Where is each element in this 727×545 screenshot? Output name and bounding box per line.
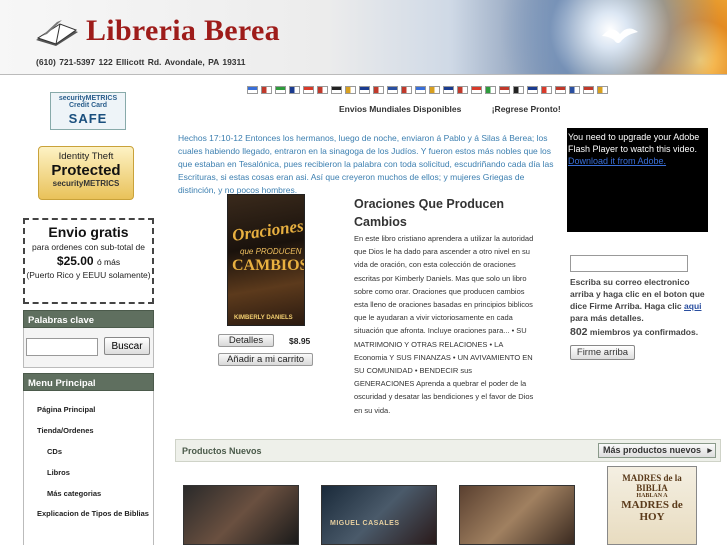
flash-video-placeholder: You need to upgrade your Adobe Flash Pla… — [567, 128, 708, 232]
sign-up-button[interactable]: Firme arriba — [570, 345, 635, 360]
menu-item-cds[interactable]: CDs — [24, 441, 153, 462]
menu-item-store[interactable]: Tienda/Ordenes — [24, 420, 153, 441]
keyword-heading: Palabras clave — [23, 310, 154, 328]
cover-title: Oraciones — [230, 216, 305, 245]
logo-text[interactable]: Libreria Berea — [86, 14, 280, 48]
language-flag-icon[interactable] — [555, 86, 566, 94]
badge-protected: Protected — [51, 162, 121, 179]
cover-author: KIMBERLY DANIELS — [234, 315, 293, 321]
new-products-bar: Productos Nuevos Más productos nuevos — [175, 439, 721, 462]
language-flag-icon[interactable] — [261, 86, 272, 94]
book-logo-icon[interactable] — [34, 14, 80, 48]
language-flag-icon[interactable] — [275, 86, 286, 94]
badge-safe: SAFE — [68, 111, 108, 126]
menu-item-home[interactable]: Página Principal — [24, 399, 153, 420]
site-header: Libreria Berea (610) 721-5397 122 Ellico… — [0, 0, 727, 75]
cover-subtitle: que PRODUCEN — [240, 247, 302, 256]
identity-theft-badge[interactable]: Identity Theft Protected securityMETRICS — [38, 146, 134, 200]
new-product-thumb-1[interactable] — [183, 485, 299, 545]
thumb-author: MIGUEL CASALES — [330, 520, 400, 527]
language-flag-icon[interactable] — [429, 86, 440, 94]
new-product-thumb-3[interactable] — [459, 485, 575, 545]
badge-brand: securityMETRICS — [52, 179, 120, 188]
flash-message: You need to upgrade your Adobe Flash Pla… — [568, 132, 700, 154]
contact-info: (610) 721-5397 122 Ellicott Rd. Avondale… — [36, 57, 246, 67]
language-flag-icon[interactable] — [499, 86, 510, 94]
worldwide-shipping-link[interactable]: Envios Mundiales Disponibles — [339, 104, 461, 114]
menu-heading: Menu Principal — [23, 373, 154, 391]
language-flag-icon[interactable] — [415, 86, 426, 94]
shipping-amount-line: $25.00 ó más — [25, 254, 152, 268]
product-description: En este libro cristiano aprendera a util… — [354, 234, 534, 415]
top-links: Envios Mundiales Disponibles ¡Regrese Pr… — [339, 104, 561, 114]
language-flag-icon[interactable] — [331, 86, 342, 94]
language-flag-icon[interactable] — [373, 86, 384, 94]
bible-verse: Hechos 17:10-12 Entonces los hermanos, l… — [178, 133, 554, 195]
product-price: $8.95 — [289, 336, 311, 346]
language-flag-icon[interactable] — [583, 86, 594, 94]
search-input[interactable] — [26, 338, 98, 356]
language-flag-icon[interactable] — [303, 86, 314, 94]
language-flag-icon[interactable] — [345, 86, 356, 94]
menu-items: Página Principal Tienda/Ordenes CDs Libr… — [23, 391, 154, 545]
language-flag-icon[interactable] — [569, 86, 580, 94]
return-soon-link[interactable]: ¡Regrese Pronto! — [492, 104, 561, 114]
language-flag-icon[interactable] — [387, 86, 398, 94]
menu-item-more-categories[interactable]: Más categorias — [24, 483, 153, 504]
shipping-note: (Puerto Rico y EEUU solamente) — [26, 270, 151, 280]
free-shipping-box: Envio gratis para ordenes con sub-total … — [23, 218, 154, 304]
product-cover-image[interactable]: Oraciones que PRODUCEN CAMBIOS KIMBERLY … — [227, 194, 305, 326]
language-flag-icon[interactable] — [401, 86, 412, 94]
member-count-number: 802 — [570, 326, 588, 338]
new-products-heading: Productos Nuevos — [182, 446, 262, 456]
language-flag-icon[interactable] — [247, 86, 258, 94]
download-flash-link[interactable]: Download it from Adobe. — [568, 156, 666, 166]
member-count-suffix: miembros ya confirmados. — [589, 327, 699, 337]
language-flag-icon[interactable] — [317, 86, 328, 94]
shipping-amount-suffix: ó más — [96, 257, 121, 267]
thumb-title-1: MADRES de la BIBLIA — [622, 473, 682, 493]
language-flag-icon[interactable] — [527, 86, 538, 94]
keyword-search-body: Buscar — [23, 328, 154, 368]
cover-title-2: CAMBIOS — [232, 257, 305, 274]
thumb-title-3: MADRES de HOY — [621, 499, 683, 523]
language-flag-icon[interactable] — [471, 86, 482, 94]
language-flag-icon[interactable] — [443, 86, 454, 94]
language-flag-icon[interactable] — [541, 86, 552, 94]
member-count: 802 miembros ya confirmados. — [570, 326, 698, 338]
newsletter-details: para más detalles. — [570, 313, 644, 323]
language-flag-icon[interactable] — [359, 86, 370, 94]
language-flag-icon[interactable] — [289, 86, 300, 94]
more-new-products-button[interactable]: Más productos nuevos — [597, 443, 716, 458]
header-banner-image — [430, 0, 727, 74]
dove-icon — [602, 28, 638, 43]
new-product-thumb-2[interactable]: MIGUEL CASALES — [321, 485, 437, 545]
keyword-search-panel: Palabras clave Buscar — [23, 310, 154, 368]
email-field[interactable] — [570, 255, 688, 272]
language-flag-icon[interactable] — [485, 86, 496, 94]
details-button[interactable]: Detalles — [218, 334, 274, 347]
shipping-subtitle: para ordenes con sub-total de — [32, 242, 145, 252]
newsletter-here-link[interactable]: aqui — [684, 301, 701, 311]
menu-item-books[interactable]: Libros — [24, 462, 153, 483]
security-metrics-badge[interactable]: securityMETRICS Credit Card SAFE — [50, 92, 126, 130]
badge-line: Identity Theft — [58, 151, 114, 162]
shipping-amount: $25.00 — [56, 254, 94, 268]
product-title[interactable]: Oraciones Que Producen Cambios — [354, 195, 524, 231]
language-flag-icon[interactable] — [513, 86, 524, 94]
language-flag-icon[interactable] — [597, 86, 608, 94]
main-menu: Menu Principal Página Principal Tienda/O… — [23, 373, 154, 545]
menu-item-bible-types[interactable]: Explicacion de Tipos de Biblias — [24, 504, 153, 532]
language-flag-icon[interactable] — [457, 86, 468, 94]
search-button[interactable]: Buscar — [104, 337, 150, 355]
language-flags — [247, 86, 608, 94]
newsletter-text: Escriba su correo electronico arriba y h… — [570, 276, 715, 324]
add-to-cart-button[interactable]: Añadir a mi carrito — [218, 353, 313, 366]
shipping-title: Envio gratis — [48, 224, 129, 240]
new-product-thumb-4[interactable]: MADRES de la BIBLIA HABLAN A MADRES de H… — [607, 466, 697, 545]
badge-line: securityMETRICS Credit Card — [58, 95, 118, 109]
